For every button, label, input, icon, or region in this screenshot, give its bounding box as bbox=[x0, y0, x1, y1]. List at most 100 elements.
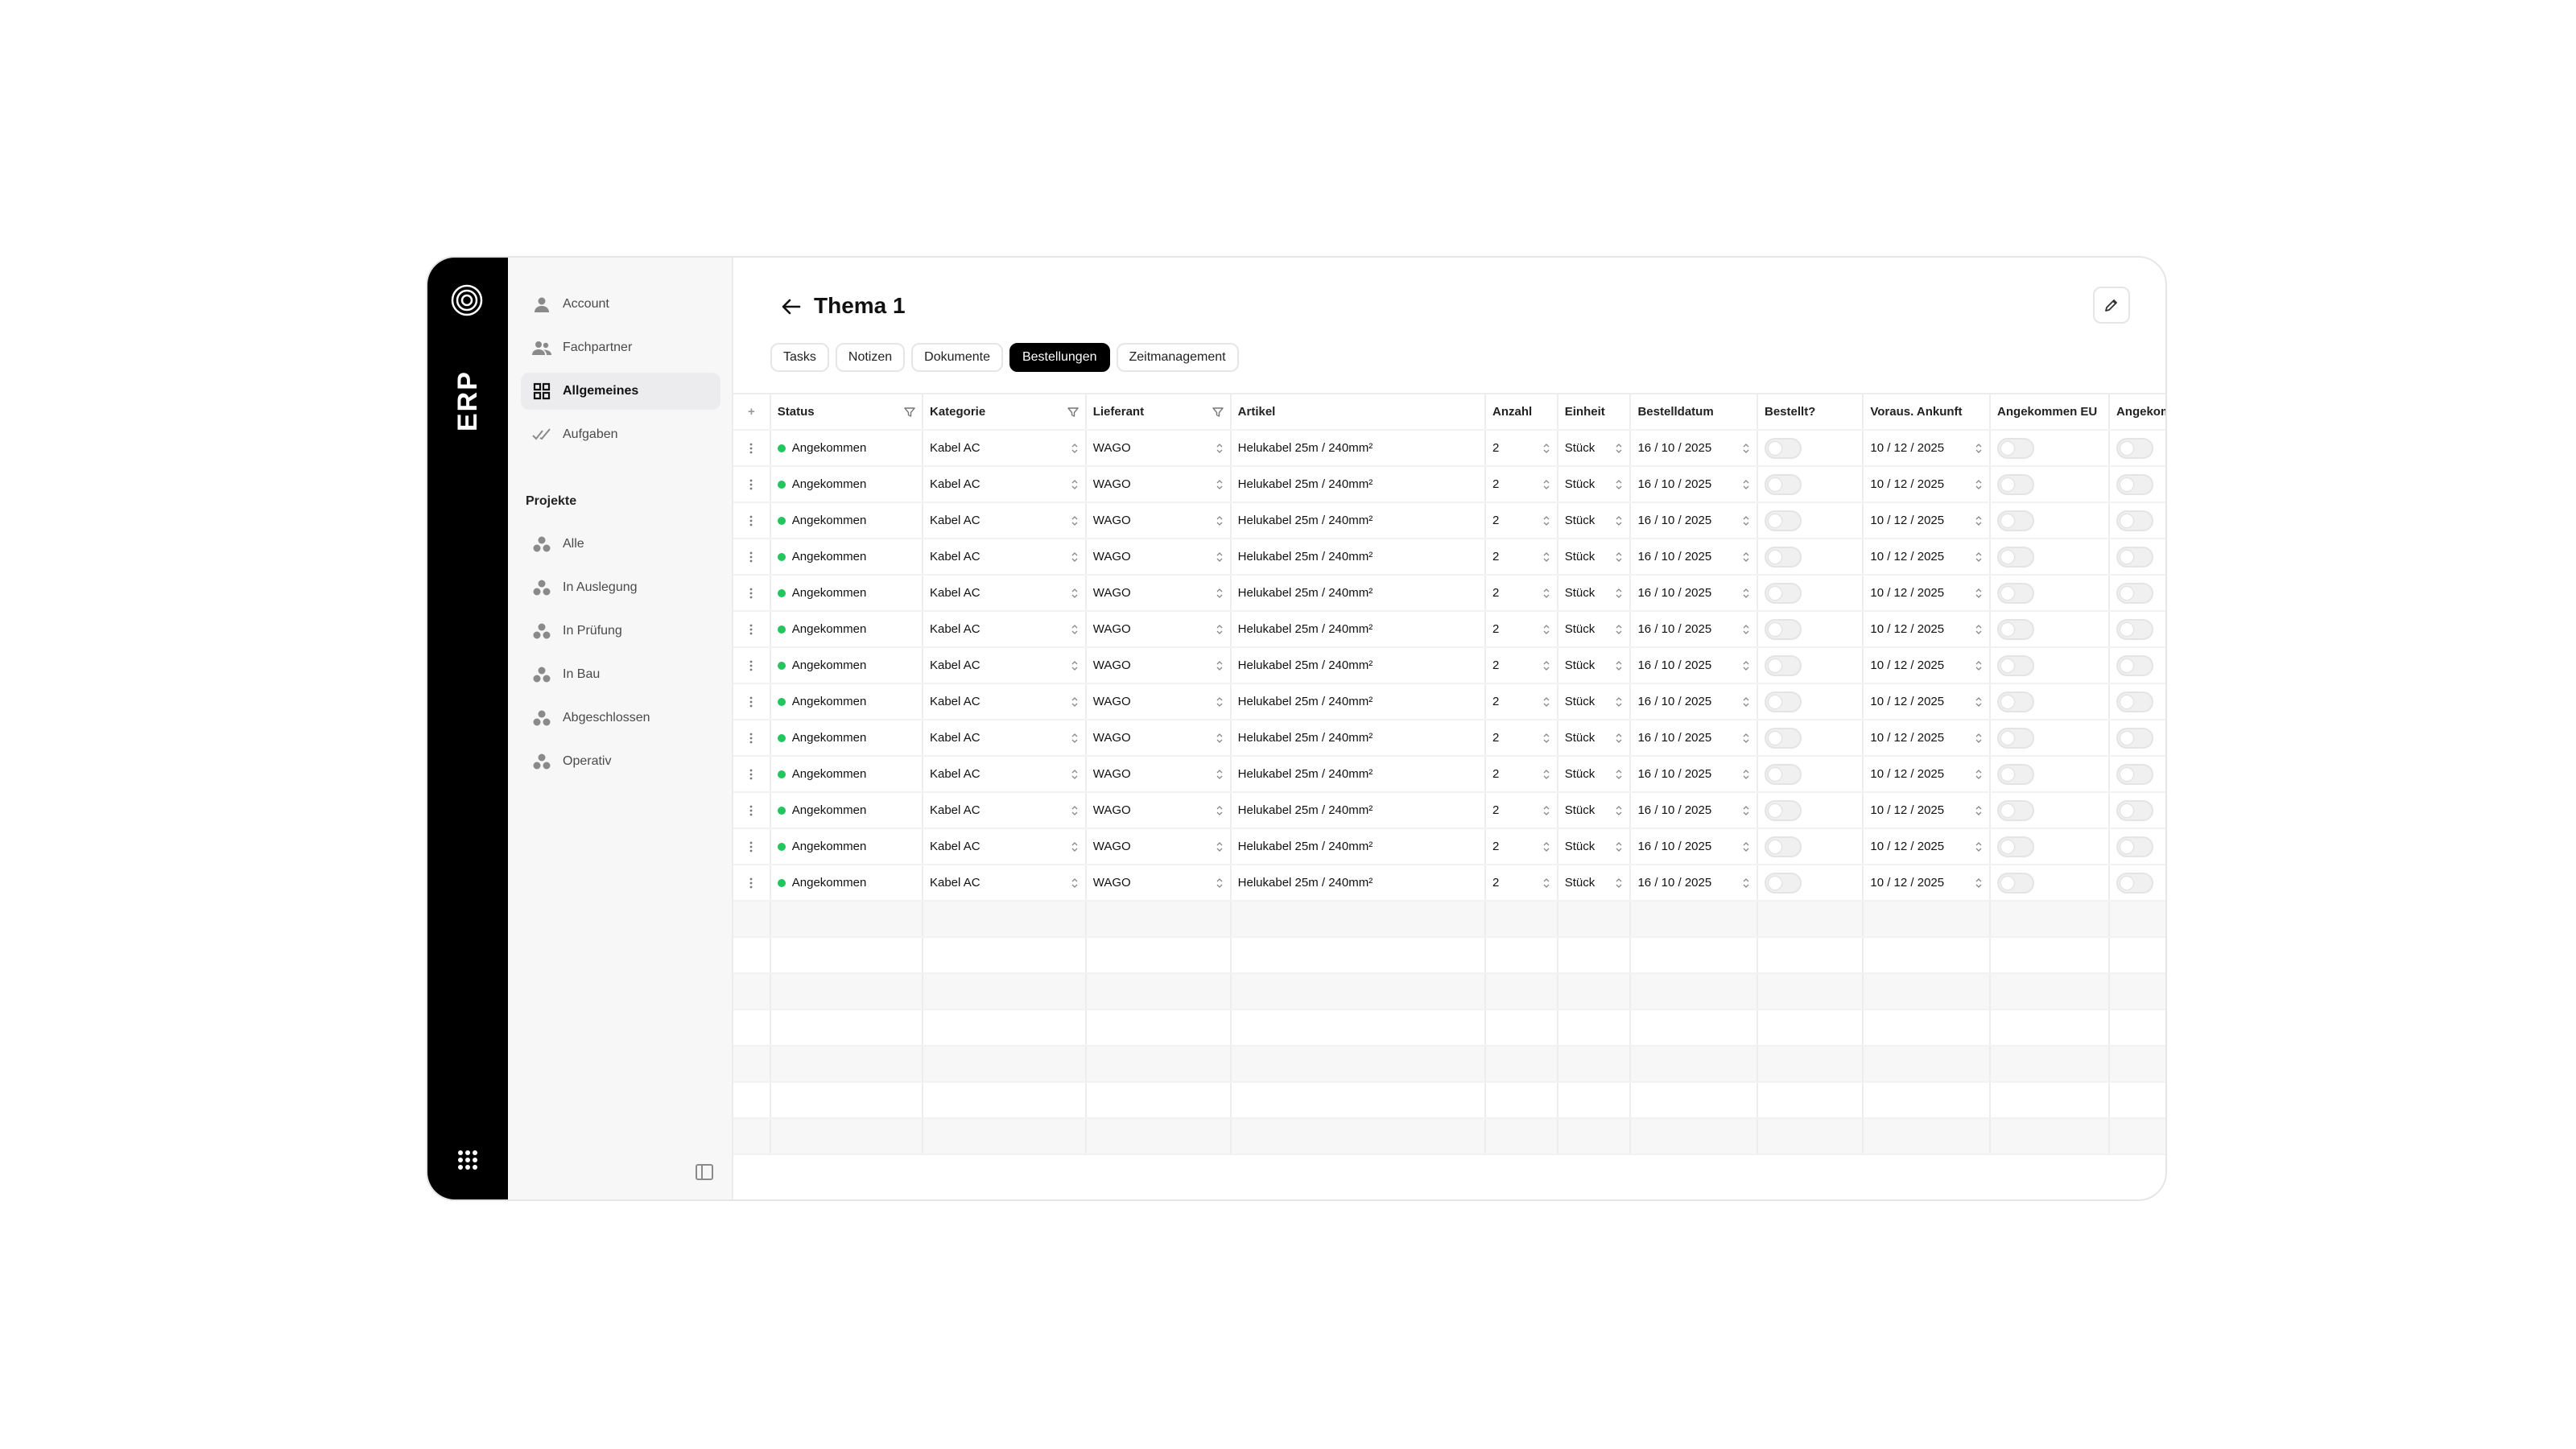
ankunft-field[interactable]: 10 / 12 / 2025 bbox=[1863, 611, 1992, 648]
lieferant-select[interactable]: WAGO bbox=[1085, 611, 1232, 648]
bestelldatum-field[interactable]: 16 / 10 / 2025 bbox=[1630, 865, 1758, 902]
sidebar-item-aufgaben[interactable]: Aufgaben bbox=[521, 416, 720, 453]
ankunft-field[interactable]: 10 / 12 / 2025 bbox=[1863, 539, 1992, 576]
stepper-icon[interactable] bbox=[1975, 551, 1983, 563]
status-cell[interactable]: Angekommen bbox=[770, 720, 923, 757]
row-menu-cell[interactable] bbox=[733, 756, 771, 793]
sidebar-item-in-bau[interactable]: In Bau bbox=[521, 656, 720, 693]
artikel-cell[interactable]: Helukabel 25m / 240mm² bbox=[1230, 611, 1487, 648]
status-cell[interactable]: Angekommen bbox=[770, 466, 923, 503]
anzahl-stepper[interactable]: 2 bbox=[1485, 865, 1558, 902]
stepper-icon[interactable] bbox=[1742, 877, 1750, 889]
table-row[interactable]: Angekommen Kabel AC WAGO Helukabel 25m / 24… bbox=[733, 683, 2165, 720]
column-header-anzahl[interactable]: Anzahl bbox=[1485, 393, 1558, 431]
column-header-bestelldatum[interactable]: Bestelldatum bbox=[1630, 393, 1758, 431]
bestelldatum-field[interactable]: 16 / 10 / 2025 bbox=[1630, 792, 1758, 829]
einheit-select[interactable]: Stück bbox=[1557, 720, 1632, 757]
bestelldatum-field[interactable]: 16 / 10 / 2025 bbox=[1630, 502, 1758, 539]
stepper-icon[interactable] bbox=[1216, 479, 1224, 490]
bestellt-toggle[interactable] bbox=[1765, 836, 1802, 857]
angekommen-toggle[interactable] bbox=[2116, 763, 2153, 785]
artikel-cell[interactable]: Helukabel 25m / 240mm² bbox=[1230, 865, 1487, 902]
row-menu-cell[interactable] bbox=[733, 502, 771, 539]
bestelldatum-field[interactable]: 16 / 10 / 2025 bbox=[1630, 430, 1758, 467]
stepper-icon[interactable] bbox=[1975, 624, 1983, 635]
stepper-icon[interactable] bbox=[1615, 588, 1623, 599]
row-menu-cell[interactable] bbox=[733, 792, 771, 829]
column-header-angekommen-eu[interactable]: Angekommen EU bbox=[1990, 393, 2110, 431]
bestellt-toggle[interactable] bbox=[1765, 546, 1802, 568]
stepper-icon[interactable] bbox=[1975, 769, 1983, 780]
kategorie-select[interactable]: Kabel AC bbox=[922, 647, 1087, 684]
angekommen-eu-toggle[interactable] bbox=[1997, 654, 2035, 676]
lieferant-select[interactable]: WAGO bbox=[1085, 756, 1232, 793]
anzahl-stepper[interactable]: 2 bbox=[1485, 828, 1558, 865]
einheit-select[interactable]: Stück bbox=[1557, 865, 1632, 902]
logo-icon[interactable] bbox=[450, 283, 484, 317]
einheit-select[interactable]: Stück bbox=[1557, 466, 1632, 503]
stepper-icon[interactable] bbox=[1742, 696, 1750, 708]
bestelldatum-field[interactable]: 16 / 10 / 2025 bbox=[1630, 647, 1758, 684]
ankunft-field[interactable]: 10 / 12 / 2025 bbox=[1863, 683, 1992, 720]
column-header-artikel[interactable]: Artikel bbox=[1230, 393, 1487, 431]
einheit-select[interactable]: Stück bbox=[1557, 647, 1632, 684]
angekommen-toggle[interactable] bbox=[2116, 473, 2153, 495]
sidebar-item-operativ[interactable]: Operativ bbox=[521, 743, 720, 780]
column-header-bestellt[interactable]: Bestellt? bbox=[1757, 393, 1864, 431]
stepper-icon[interactable] bbox=[1071, 733, 1079, 744]
ankunft-field[interactable]: 10 / 12 / 2025 bbox=[1863, 720, 1992, 757]
angekommen-eu-toggle[interactable] bbox=[1997, 691, 2035, 712]
anzahl-stepper[interactable]: 2 bbox=[1485, 756, 1558, 793]
stepper-icon[interactable] bbox=[1216, 443, 1224, 454]
angekommen-toggle[interactable] bbox=[2116, 582, 2153, 604]
stepper-icon[interactable] bbox=[1542, 588, 1550, 599]
kategorie-select[interactable]: Kabel AC bbox=[922, 828, 1087, 865]
stepper-icon[interactable] bbox=[1071, 877, 1079, 889]
bestelldatum-field[interactable]: 16 / 10 / 2025 bbox=[1630, 683, 1758, 720]
stepper-icon[interactable] bbox=[1615, 624, 1623, 635]
status-cell[interactable]: Angekommen bbox=[770, 611, 923, 648]
bestelldatum-field[interactable]: 16 / 10 / 2025 bbox=[1630, 828, 1758, 865]
stepper-icon[interactable] bbox=[1216, 841, 1224, 852]
angekommen-toggle[interactable] bbox=[2116, 546, 2153, 568]
stepper-icon[interactable] bbox=[1216, 624, 1224, 635]
stepper-icon[interactable] bbox=[1542, 479, 1550, 490]
filter-icon[interactable] bbox=[1212, 407, 1224, 418]
stepper-icon[interactable] bbox=[1975, 479, 1983, 490]
einheit-select[interactable]: Stück bbox=[1557, 792, 1632, 829]
bestellt-toggle[interactable] bbox=[1765, 872, 1802, 894]
filter-icon[interactable] bbox=[1067, 407, 1079, 418]
kategorie-select[interactable]: Kabel AC bbox=[922, 792, 1087, 829]
stepper-icon[interactable] bbox=[1742, 515, 1750, 526]
angekommen-toggle[interactable] bbox=[2116, 691, 2153, 712]
stepper-icon[interactable] bbox=[1975, 660, 1983, 671]
stepper-icon[interactable] bbox=[1542, 733, 1550, 744]
stepper-icon[interactable] bbox=[1071, 551, 1079, 563]
artikel-cell[interactable]: Helukabel 25m / 240mm² bbox=[1230, 720, 1487, 757]
stepper-icon[interactable] bbox=[1742, 479, 1750, 490]
stepper-icon[interactable] bbox=[1071, 588, 1079, 599]
kategorie-select[interactable]: Kabel AC bbox=[922, 539, 1087, 576]
row-menu-icon[interactable] bbox=[749, 551, 753, 563]
stepper-icon[interactable] bbox=[1071, 805, 1079, 816]
bestellt-toggle[interactable] bbox=[1765, 691, 1802, 712]
bestellt-toggle[interactable] bbox=[1765, 727, 1802, 749]
status-cell[interactable]: Angekommen bbox=[770, 828, 923, 865]
artikel-cell[interactable]: Helukabel 25m / 240mm² bbox=[1230, 792, 1487, 829]
ankunft-field[interactable]: 10 / 12 / 2025 bbox=[1863, 756, 1992, 793]
stepper-icon[interactable] bbox=[1071, 443, 1079, 454]
sidebar-item-abgeschlossen[interactable]: Abgeschlossen bbox=[521, 700, 720, 737]
ankunft-field[interactable]: 10 / 12 / 2025 bbox=[1863, 792, 1992, 829]
sidebar-item-in-auslegung[interactable]: In Auslegung bbox=[521, 569, 720, 606]
kategorie-select[interactable]: Kabel AC bbox=[922, 575, 1087, 612]
angekommen-eu-toggle[interactable] bbox=[1997, 799, 2035, 821]
row-menu-icon[interactable] bbox=[749, 805, 753, 816]
row-menu-cell[interactable] bbox=[733, 430, 771, 467]
stepper-icon[interactable] bbox=[1742, 841, 1750, 852]
table-row[interactable]: Angekommen Kabel AC WAGO Helukabel 25m / 24… bbox=[733, 720, 2165, 757]
einheit-select[interactable]: Stück bbox=[1557, 575, 1632, 612]
stepper-icon[interactable] bbox=[1975, 443, 1983, 454]
table-row[interactable]: Angekommen Kabel AC WAGO Helukabel 25m / 24… bbox=[733, 611, 2165, 648]
sidebar-item-fachpartner[interactable]: Fachpartner bbox=[521, 329, 720, 366]
anzahl-stepper[interactable]: 2 bbox=[1485, 611, 1558, 648]
